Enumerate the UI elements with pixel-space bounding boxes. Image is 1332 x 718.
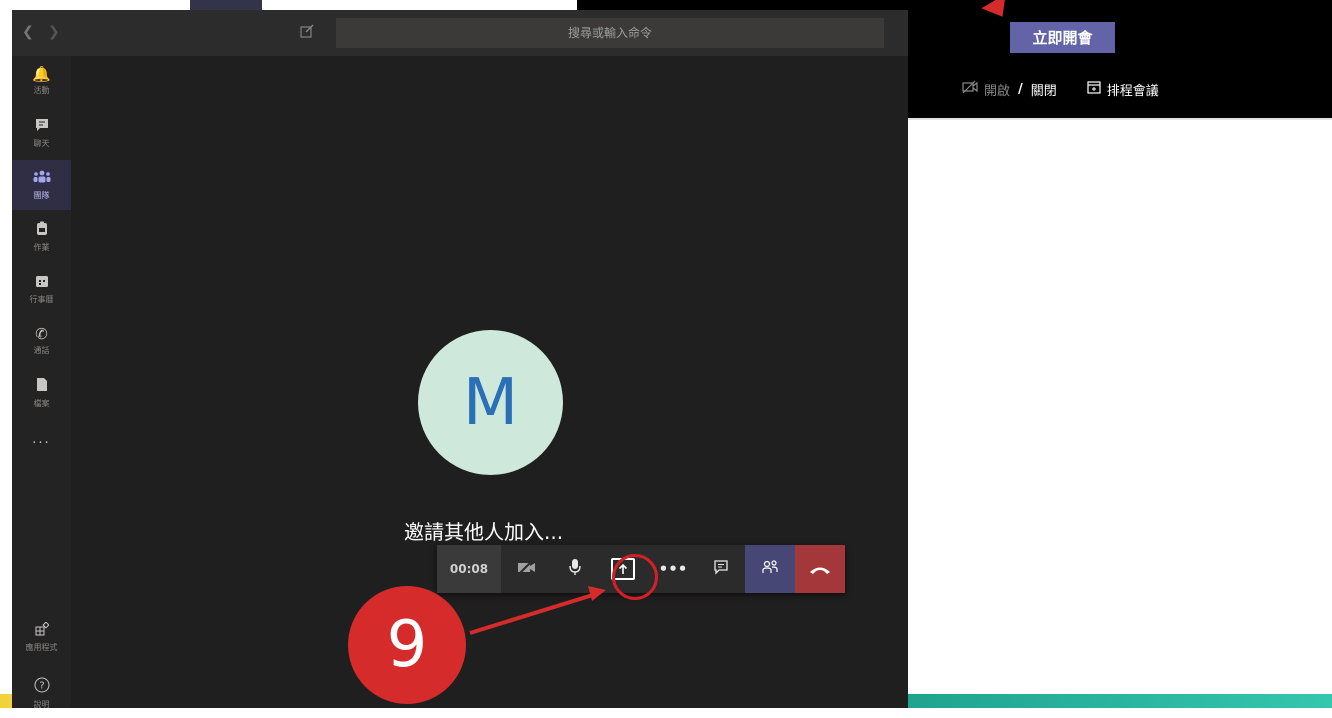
annotation-arrow [469,586,606,635]
annotation-step-number: 9 [348,586,466,704]
